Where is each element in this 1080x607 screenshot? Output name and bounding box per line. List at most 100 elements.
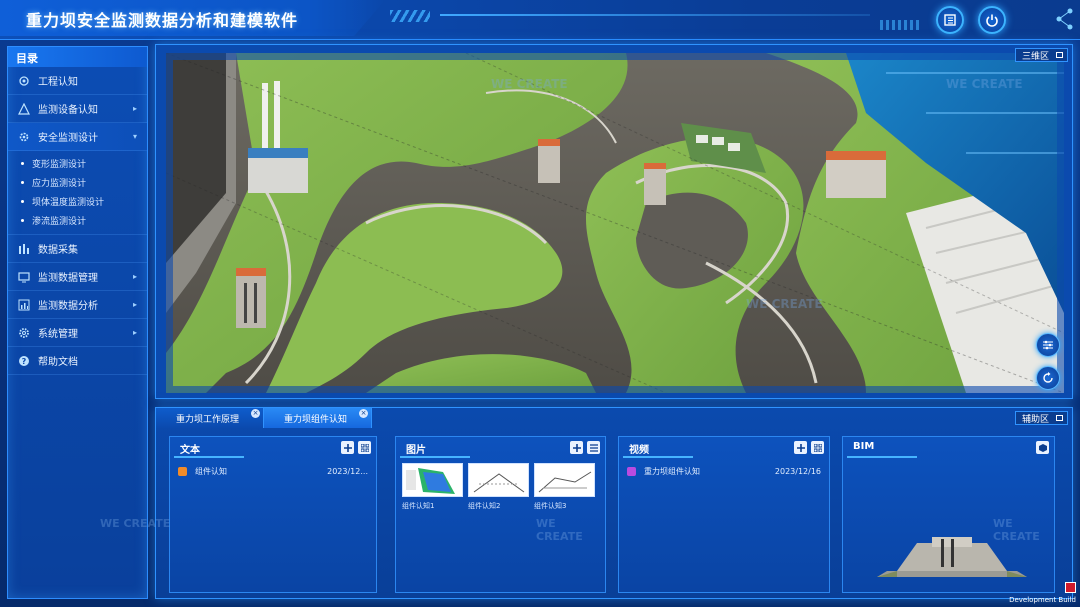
add-button[interactable] [570,441,583,454]
gear-icon [18,131,30,143]
dam-3d-scene[interactable] [166,53,1064,393]
chevron-right-icon: ▸ [132,300,137,309]
submenu-safety-design: 变形监测设计 应力监测设计 坝体温度监测设计 渗流监测设计 [8,151,147,235]
plus-icon [572,443,581,452]
bottom-tabs: 重力坝工作原理 × 重力坝组件认知 × [156,408,373,428]
sidebar-item-label: 数据采集 [38,245,78,256]
watermark: WE CREATE [536,517,583,543]
viewport-tag[interactable]: 三维区 [1014,48,1068,62]
bullet [21,162,24,165]
grid-icon [813,443,822,452]
sidebar-item-data-management[interactable]: 监测数据管理 ▸ [8,263,147,291]
plus-icon [796,443,805,452]
sidebar-item-help[interactable]: ? 帮助文档 [8,347,147,375]
bars-icon [18,243,30,255]
image-thumbnail-3[interactable] [534,463,595,497]
menu-panel-button[interactable] [936,6,964,34]
text-file-item[interactable]: 组件认知 2023/12... [178,464,368,478]
play-icon [627,466,636,476]
dev-badge[interactable] [1065,582,1076,593]
tab-working-principle[interactable]: 重力坝工作原理 × [156,408,265,428]
sidebar-item-label: 安全监测设计 [38,133,98,144]
app-title: 重力坝安全监测数据分析和建模软件 [26,11,299,30]
thumbnail-graphic [473,473,525,493]
sidebar-item-label: 监测数据分析 [38,301,98,312]
images-card: 图片 组件认知1 组件认知2 组件认知3 WE CREATE [395,436,606,593]
gate-building-mid [538,139,560,183]
card-underline [847,456,917,458]
close-icon[interactable]: × [251,409,261,418]
sidebar-subitem-temperature[interactable]: 坝体温度监测设计 [8,192,147,211]
thumbnail-graphic [538,471,592,493]
cube-icon [1038,443,1047,452]
chevron-right-icon: ▸ [132,104,137,113]
aux-area-tag[interactable]: 辅助区 [1014,411,1068,425]
gate-building-right [826,151,886,198]
reset-view-button[interactable] [1036,366,1060,390]
tab-component-recognition[interactable]: 重力坝组件认知 × [264,408,373,428]
header-bar: 重力坝安全监测数据分析和建模软件 [0,0,1080,40]
header-dots [880,20,920,30]
viewport-tag-label: 三维区 [1021,52,1049,62]
plus-icon [343,443,352,452]
monitor-icon [18,271,30,283]
sidebar-item-label: 系统管理 [38,329,78,340]
sidebar-heading: 目录 [8,47,147,67]
bim-model-preview[interactable] [877,533,1027,581]
image-thumbnail-1[interactable] [402,463,463,497]
grid-icon [360,443,369,452]
subitem-label: 应力监测设计 [32,179,87,189]
panel-icon [944,14,956,26]
sidebar-item-safety-design[interactable]: 安全监测设计 ▾ [8,123,147,151]
sidebar-item-project[interactable]: 工程认知 [8,67,147,95]
sidebar-item-data-collection[interactable]: 数据采集 [8,235,147,263]
sidebar-subitem-stress[interactable]: 应力监测设计 [8,173,147,192]
thumbnail-label: 组件认知3 [534,502,567,510]
power-icon [986,14,998,27]
auxiliary-panel: 重力坝工作原理 × 重力坝组件认知 × 辅助区 文本 组件认知 2023/12...… [100,407,1073,599]
sidebar-item-data-analysis[interactable]: 监测数据分析 ▸ [8,291,147,319]
bullet [21,181,24,184]
grid-view-button[interactable] [811,441,824,454]
add-button[interactable] [794,441,807,454]
thumbnail-label: 组件认知2 [468,502,501,510]
document-icon [178,466,187,476]
view-settings-button[interactable] [1036,333,1060,357]
chevron-right-icon: ▸ [132,272,137,281]
bim-card: BIM WE CREATE [842,436,1055,593]
add-button[interactable] [341,441,354,454]
3d-viewport[interactable]: 三维区 WE CREATE WE CREATE WE CREATE [155,44,1073,399]
close-icon[interactable]: × [359,409,369,418]
file-date: 2023/12/16 [774,466,821,476]
sidebar: 目录 工程认知 监测设备认知 ▸ 安全监测设计 ▾ 变形监测设计 应力监测设计 … [7,46,148,599]
sidebar-item-label: 监测数据管理 [38,273,98,284]
sidebar-item-label: 工程认知 [38,77,78,88]
subitem-label: 渗流监测设计 [32,217,87,227]
chevron-right-icon: ▸ [132,328,137,337]
development-build-label: Development Build [1009,596,1076,604]
video-file-item[interactable]: 重力坝组件认知 2023/12/16 [627,464,821,478]
svg-text:?: ? [22,357,27,366]
bim-view-button[interactable] [1036,441,1049,454]
card-title: 文本 [180,445,200,456]
bullet [21,200,24,203]
card-underline [623,456,693,458]
video-card: 视频 重力坝组件认知 2023/12/16 [618,436,830,593]
sidebar-item-devices[interactable]: 监测设备认知 ▸ [8,95,147,123]
share-icon [1056,8,1073,30]
aux-tag-label: 辅助区 [1021,415,1049,425]
card-header: 视频 [619,437,829,458]
image-thumbnail-2[interactable] [468,463,529,497]
sidebar-item-system[interactable]: 系统管理 ▸ [8,319,147,347]
file-name: 组件认知 [195,466,227,476]
power-button[interactable] [978,6,1006,34]
app-root: 重力坝安全监测数据分析和建模软件 目录 工程认知 监测设备认知 ▸ 安全监测设计… [0,0,1080,607]
card-underline [174,456,244,458]
sidebar-subitem-deformation[interactable]: 变形监测设计 [8,154,147,173]
gate-building-mid2 [644,163,666,205]
subitem-label: 变形监测设计 [32,160,87,170]
list-view-button[interactable] [587,441,600,454]
dam-icon [18,75,30,87]
grid-view-button[interactable] [358,441,371,454]
sidebar-subitem-seepage[interactable]: 渗流监测设计 [8,211,147,230]
